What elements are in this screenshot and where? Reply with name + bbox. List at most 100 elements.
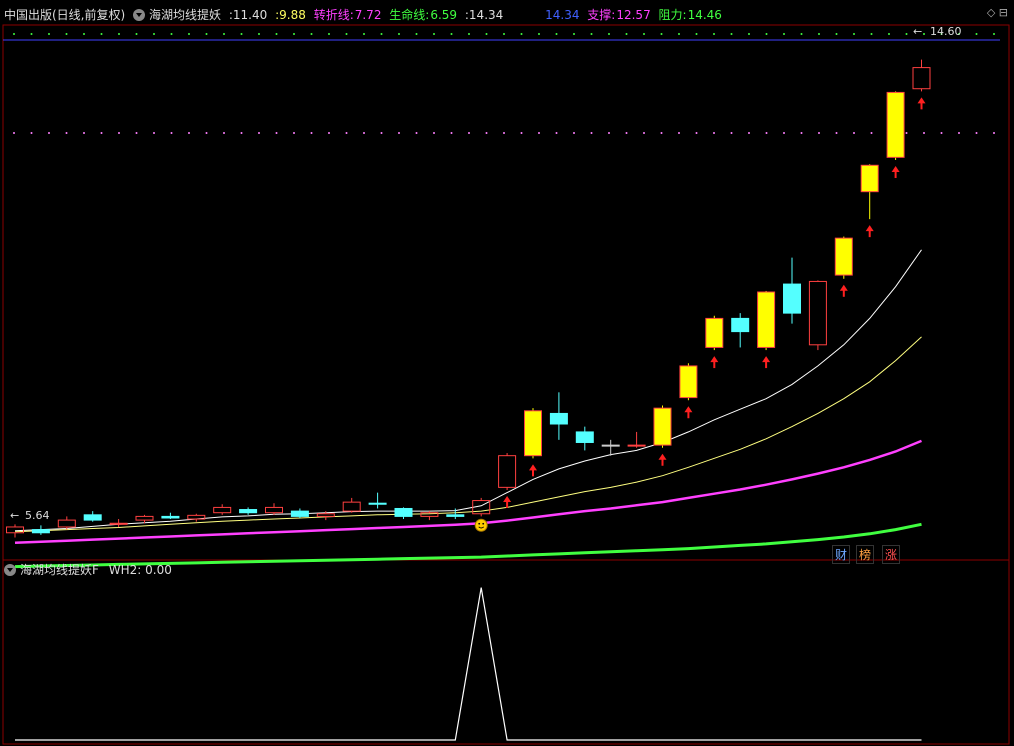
dot-mid: [643, 132, 645, 134]
dot-top: [83, 33, 85, 35]
dot-mid: [398, 132, 400, 134]
dot-mid: [205, 132, 208, 134]
dot-top: [783, 33, 785, 35]
dot-top: [293, 33, 295, 35]
dot-top: [310, 33, 313, 35]
signal-arrows: [474, 97, 926, 532]
candle-body: [731, 317, 750, 333]
dot-mid: [170, 132, 173, 134]
candle-body: [83, 514, 102, 521]
dot-mid: [538, 132, 540, 134]
dot-mid: [65, 132, 68, 134]
ma-yellow-line: [14, 336, 922, 533]
indicator-name: 海湖均线提妖: [149, 8, 222, 22]
dot-mid: [923, 132, 925, 134]
badge-zhang[interactable]: 涨: [882, 545, 901, 564]
candle-body: [575, 431, 594, 443]
dot-mid: [30, 132, 33, 134]
up-arrow-icon: [891, 166, 900, 172]
dot-top: [345, 33, 348, 35]
dot-mid: [415, 132, 418, 134]
dot-top: [485, 33, 488, 35]
svg-text:←: ←: [913, 25, 922, 38]
up-arrow-icon: [710, 356, 719, 363]
dot-top: [923, 33, 925, 35]
candle-body: [31, 529, 50, 534]
smiley-icon: [474, 518, 488, 532]
candle-body: [912, 67, 931, 90]
dot-mid: [485, 132, 488, 134]
dot-top: [450, 33, 453, 35]
badge-cai[interactable]: 财: [832, 545, 851, 564]
candle-body: [860, 164, 879, 193]
dot-mid: [958, 132, 960, 134]
candle-body: [886, 91, 905, 158]
dot-top: [135, 33, 138, 35]
low-label: 5.64: [25, 509, 50, 522]
dot-top: [643, 33, 645, 35]
svg-text:←: ←: [10, 509, 19, 522]
candle-body: [834, 237, 853, 276]
wh2-value: 0.00: [145, 563, 172, 577]
dot-mid: [118, 132, 120, 134]
dot-top: [240, 33, 243, 35]
badge-bang[interactable]: 榜: [856, 545, 875, 564]
dot-mid: [83, 132, 85, 134]
candle-body: [239, 509, 258, 514]
wh2-label: WH2:: [108, 563, 142, 577]
dot-mid: [380, 132, 383, 134]
dot-mid: [730, 132, 733, 134]
dot-mid: [870, 132, 873, 134]
main-header: 中国出版(日线,前复权) 海湖均线提妖 :11.40 :9.88 转折线:7.7…: [4, 6, 726, 24]
smiley-icon: [482, 522, 485, 525]
dot-mid: [433, 132, 435, 134]
dot-top: [48, 33, 50, 35]
dot-mid: [223, 132, 225, 134]
dot-top: [503, 33, 505, 35]
dot-mid: [555, 132, 558, 134]
candle-body: [394, 507, 413, 517]
zuli-value: 14.46: [687, 8, 722, 22]
up-arrow-icon: [917, 97, 926, 104]
dot-mid: [695, 132, 698, 134]
dot-top: [65, 33, 68, 35]
dot-mid: [188, 132, 190, 134]
candle-body: [705, 317, 724, 348]
dot-top: [555, 33, 558, 35]
dot-mid: [625, 132, 628, 134]
high-label: 14.60: [930, 25, 962, 38]
dot-top: [888, 33, 890, 35]
dot-top: [468, 33, 470, 35]
dot-mid: [135, 132, 138, 134]
dot-mid: [818, 132, 820, 134]
dot-top: [205, 33, 208, 35]
wh2-line: [15, 587, 922, 741]
dot-top: [975, 33, 978, 35]
dot-top: [800, 33, 803, 35]
dot-mid: [345, 132, 348, 134]
corner-controls[interactable]: ◇ ⊟: [987, 6, 1008, 19]
dot-top: [153, 33, 155, 35]
dot-mid: [748, 132, 750, 134]
dot-mid: [100, 132, 103, 134]
dot-mid: [13, 132, 15, 134]
dot-top: [573, 33, 575, 35]
dot-mid: [853, 132, 855, 134]
collapse-icon[interactable]: [4, 564, 16, 576]
up-arrow-icon: [503, 496, 512, 502]
dot-top: [380, 33, 383, 35]
candle-body: [757, 291, 776, 348]
dot-top: [398, 33, 400, 35]
dot-mid: [835, 132, 838, 134]
value-4: 14.34: [545, 8, 580, 22]
candle-body: [808, 280, 827, 346]
dot-top: [608, 33, 610, 35]
dot-top: [118, 33, 120, 35]
dot-top: [870, 33, 873, 35]
dot-top: [258, 33, 260, 35]
collapse-icon[interactable]: [133, 9, 146, 21]
dot-mid: [468, 132, 470, 134]
up-arrow-icon: [839, 284, 848, 291]
dot-top: [363, 33, 365, 35]
dot-top: [818, 33, 820, 35]
